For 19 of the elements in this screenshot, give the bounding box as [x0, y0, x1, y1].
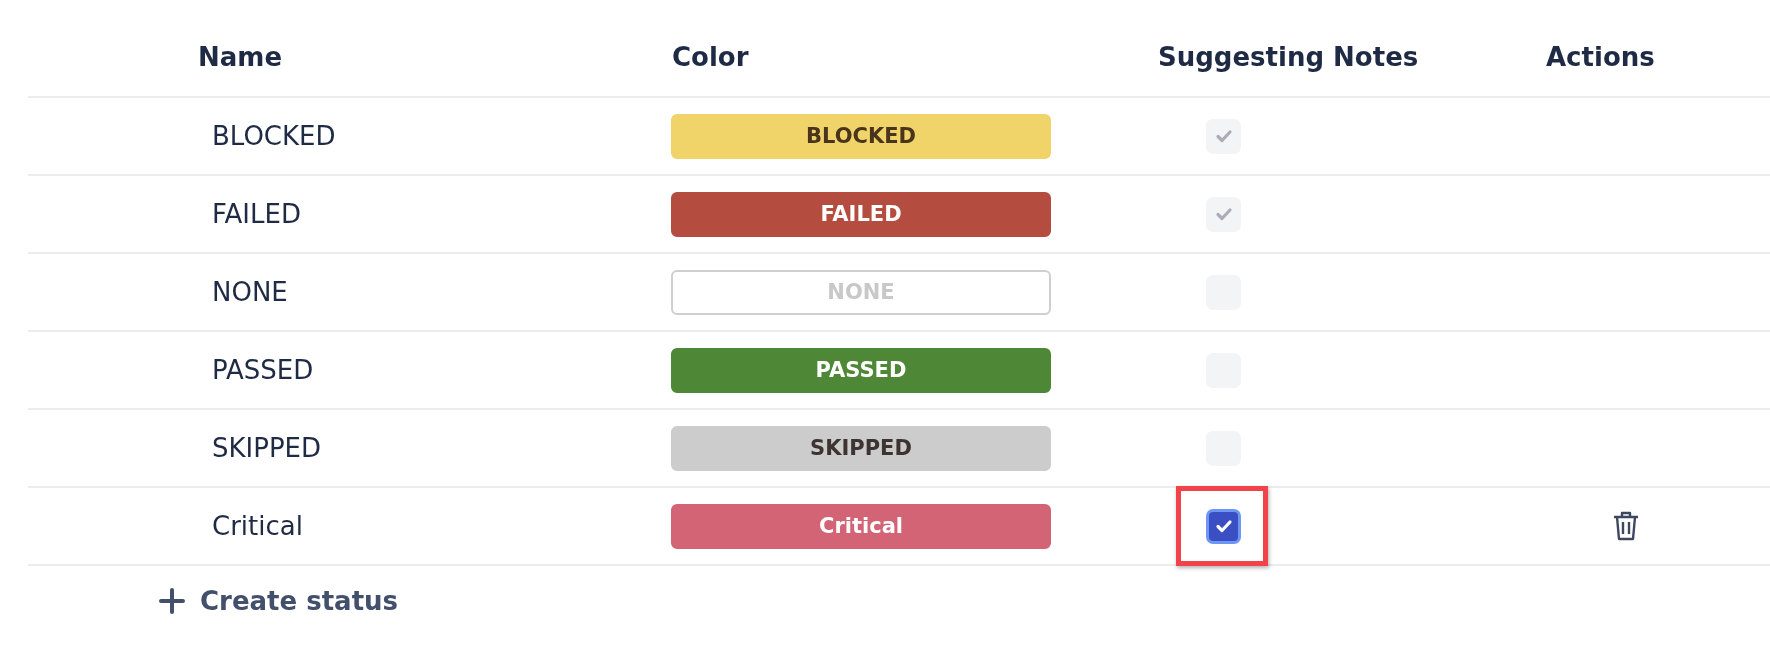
status-name: SKIPPED	[212, 433, 322, 463]
status-chip: FAILED	[671, 191, 1051, 237]
status-name: FAILED	[212, 199, 301, 229]
status-name: Critical	[212, 511, 303, 541]
column-header: Name	[197, 42, 284, 72]
column-header: Color	[671, 42, 750, 72]
plus-icon	[158, 587, 186, 615]
status-chip: Critical	[671, 503, 1051, 549]
status-chip: SKIPPED	[671, 425, 1051, 471]
column-header: Suggesting Notes	[1157, 42, 1419, 72]
status-name: BLOCKED	[212, 121, 336, 151]
column-header: Actions	[1545, 42, 1655, 72]
status-name: PASSED	[212, 355, 314, 385]
status-chip: BLOCKED	[671, 113, 1051, 159]
delete-icon[interactable]	[1612, 510, 1640, 542]
status-name: NONE	[212, 277, 288, 307]
create-status-button[interactable]: Create status	[158, 586, 399, 616]
status-chip: PASSED	[671, 347, 1051, 393]
checkbox[interactable]	[1206, 508, 1241, 544]
